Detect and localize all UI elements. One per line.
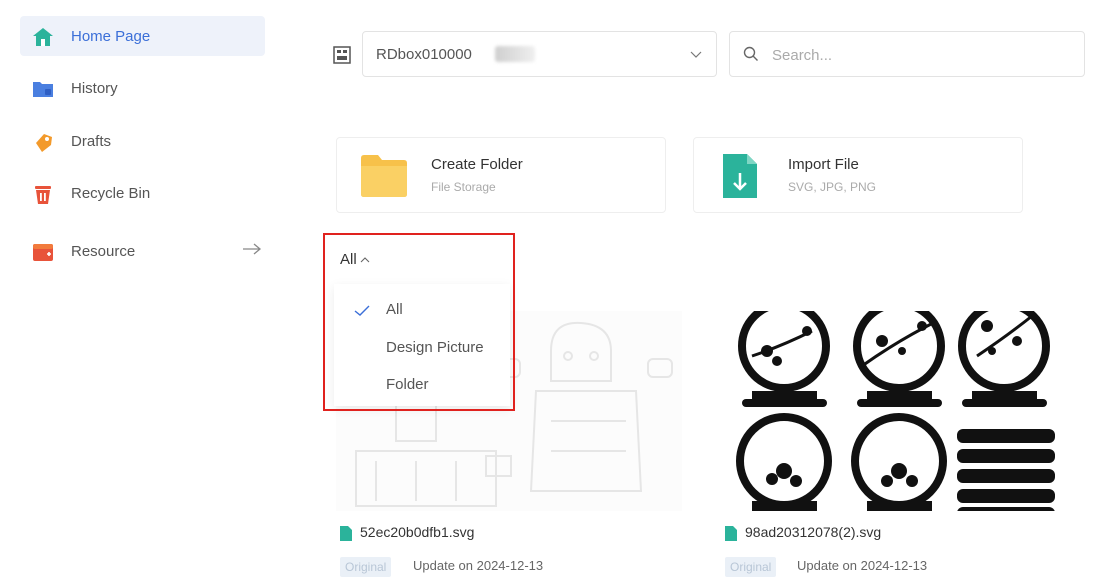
sidebar-item-drafts[interactable]: Drafts (20, 121, 265, 161)
import-file-subtitle: SVG, JPG, PNG (788, 180, 877, 194)
create-folder-subtitle: File Storage (431, 180, 496, 194)
create-folder-card[interactable]: Create Folder File Storage (336, 137, 666, 213)
file-thumbnail[interactable] (722, 311, 1076, 511)
file-tag: Original (725, 557, 777, 577)
file-updated: Update on 2024-12-13 (413, 558, 544, 573)
filter-option-all[interactable]: All (386, 301, 403, 318)
sidebar-item-label: Drafts (71, 132, 112, 150)
file-name[interactable]: 52ec20b0dfb1.svg (360, 524, 474, 540)
recycle-bin-icon (35, 186, 51, 204)
sidebar-item-resource[interactable]: Resource (20, 231, 265, 271)
chevron-up-icon (360, 257, 370, 263)
check-icon (354, 305, 370, 316)
sidebar-item-label: Resource (71, 242, 136, 260)
device-select[interactable]: RDbox010000 (362, 31, 717, 77)
chevron-down-icon (690, 51, 702, 58)
file-name[interactable]: 98ad20312078(2).svg (745, 524, 881, 540)
sidebar-item-history[interactable]: History (20, 68, 265, 108)
file-thumbnail-image (736, 311, 1055, 511)
file-icon (725, 526, 737, 541)
import-file-icon (723, 154, 757, 198)
file-updated: Update on 2024-12-13 (797, 558, 928, 573)
filter-option-design-picture[interactable]: Design Picture (386, 339, 484, 356)
file-tag: Original (340, 557, 392, 577)
import-file-title: Import File (788, 156, 859, 173)
device-icon (333, 46, 351, 64)
arrow-right-icon[interactable] (240, 240, 264, 258)
search-box[interactable] (729, 31, 1085, 77)
history-icon (33, 82, 53, 97)
sidebar: Home Page History Drafts Recycle Bin Res… (0, 0, 290, 584)
sidebar-item-label: Recycle Bin (71, 184, 151, 202)
sidebar-item-label: Home Page (71, 27, 151, 45)
filter-dropdown: All Design Picture Folder (334, 284, 510, 406)
device-select-value: RDbox010000 (376, 46, 472, 63)
filter-current: All (340, 251, 357, 268)
search-icon (743, 46, 758, 61)
sidebar-item-recycle-bin[interactable]: Recycle Bin (20, 173, 265, 213)
home-icon (33, 28, 53, 46)
create-folder-title: Create Folder (431, 156, 523, 173)
filter-option-folder[interactable]: Folder (386, 376, 429, 393)
import-file-card[interactable]: Import File SVG, JPG, PNG (693, 137, 1023, 213)
folder-icon (361, 155, 407, 197)
resource-icon (33, 244, 53, 261)
sidebar-item-home-page[interactable]: Home Page (20, 16, 265, 56)
drafts-icon (36, 134, 52, 152)
redacted-text (495, 46, 535, 62)
filter-toggle[interactable]: All (340, 251, 370, 268)
search-input[interactable] (770, 44, 1064, 66)
sidebar-item-label: History (71, 79, 118, 97)
file-icon (340, 526, 352, 541)
